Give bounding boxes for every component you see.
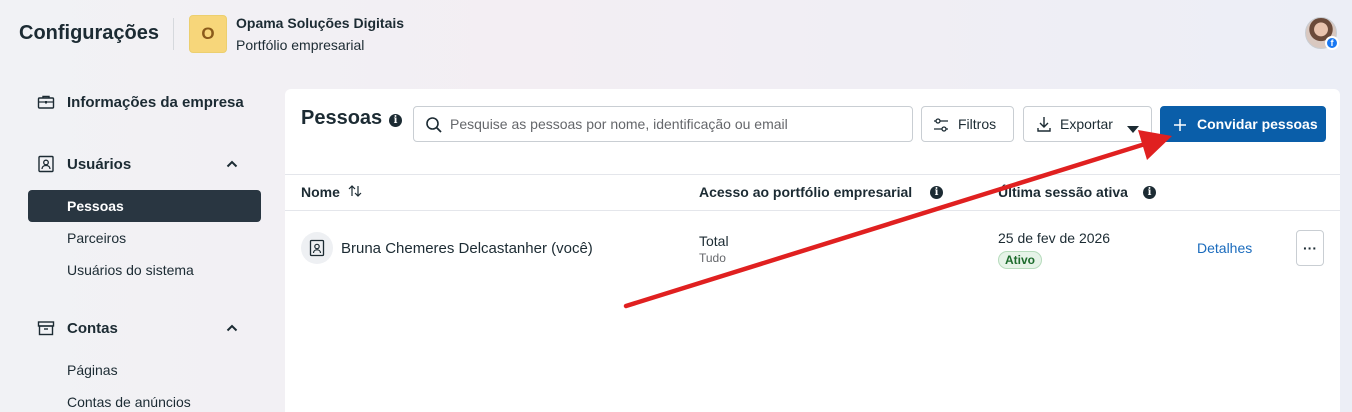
sidebar-item-label: Pessoas bbox=[67, 198, 124, 214]
sliders-icon bbox=[933, 117, 949, 136]
search-input[interactable] bbox=[450, 108, 905, 140]
business-logo[interactable]: O bbox=[189, 15, 227, 53]
filters-button[interactable]: Filtros bbox=[921, 106, 1014, 142]
top-bar: Configurações O Opama Soluções Digitais … bbox=[0, 0, 1352, 72]
people-panel: Pessoas i Filtros Exportar Convidar pess… bbox=[285, 89, 1340, 412]
sidebar-item-accounts[interactable]: Contas bbox=[28, 312, 261, 344]
user-badge-icon bbox=[37, 155, 55, 173]
sidebar-item-label: Páginas bbox=[67, 362, 118, 378]
chevron-up-icon[interactable] bbox=[224, 320, 240, 336]
sidebar-item-label: Informações da empresa bbox=[67, 94, 244, 111]
info-icon[interactable]: i bbox=[930, 186, 943, 199]
search-box[interactable] bbox=[413, 106, 913, 142]
search-icon bbox=[425, 116, 443, 134]
info-icon[interactable]: i bbox=[1143, 186, 1156, 199]
access-detail: Tudo bbox=[699, 251, 726, 265]
facebook-badge-icon: f bbox=[1325, 36, 1339, 50]
column-header-access: Acesso ao portfólio empresarial bbox=[699, 184, 913, 200]
divider bbox=[285, 210, 1340, 211]
sidebar-item-pages[interactable]: Páginas bbox=[28, 354, 261, 386]
more-options-button[interactable]: ··· bbox=[1296, 230, 1324, 266]
plus-icon bbox=[1174, 118, 1186, 134]
column-header-name[interactable]: Nome bbox=[301, 184, 362, 200]
sidebar-item-label: Contas de anúncios bbox=[67, 394, 191, 410]
download-icon bbox=[1036, 116, 1052, 136]
last-session-date: 25 de fev de 2026 bbox=[998, 230, 1111, 246]
sidebar-item-partners[interactable]: Parceiros bbox=[28, 222, 261, 254]
invite-people-button[interactable]: Convidar pessoas bbox=[1160, 106, 1326, 142]
business-subtitle: Portfólio empresarial bbox=[236, 37, 365, 53]
briefcase-icon bbox=[37, 93, 55, 111]
status-badge: Ativo bbox=[998, 251, 1042, 269]
sidebar-item-label: Parceiros bbox=[67, 230, 127, 246]
sidebar-item-label: Contas bbox=[67, 320, 118, 337]
chevron-up-icon[interactable] bbox=[224, 156, 240, 172]
archive-icon bbox=[37, 319, 55, 337]
panel-title: Pessoas bbox=[301, 107, 383, 129]
sort-icon[interactable] bbox=[348, 184, 362, 200]
details-link[interactable]: Detalhes bbox=[1197, 240, 1252, 256]
invite-label: Convidar pessoas bbox=[1197, 116, 1318, 132]
row-avatar bbox=[301, 232, 333, 264]
sidebar-item-label: Usuários do sistema bbox=[67, 262, 194, 278]
sidebar-item-company-info[interactable]: Informações da empresa bbox=[28, 86, 261, 118]
user-badge-icon bbox=[309, 239, 325, 262]
business-name[interactable]: Opama Soluções Digitais bbox=[236, 15, 404, 31]
column-header-last-session: Última sessão ativa bbox=[998, 184, 1128, 200]
divider bbox=[285, 174, 1340, 175]
export-button[interactable]: Exportar bbox=[1023, 106, 1152, 142]
sidebar-item-users[interactable]: Usuários bbox=[28, 148, 261, 180]
access-level: Total bbox=[699, 233, 729, 249]
export-label: Exportar bbox=[1060, 116, 1113, 132]
header-divider bbox=[173, 18, 174, 50]
page-title: Configurações bbox=[19, 22, 160, 44]
info-icon[interactable]: i bbox=[389, 114, 402, 127]
sidebar-item-label: Usuários bbox=[67, 156, 132, 173]
sidebar-item-people[interactable]: Pessoas bbox=[28, 190, 261, 222]
filters-label: Filtros bbox=[958, 116, 997, 132]
caret-down-icon bbox=[1127, 121, 1139, 137]
user-name: Bruna Chemeres Delcastanher (você) bbox=[341, 240, 593, 257]
sidebar-item-system-users[interactable]: Usuários do sistema bbox=[28, 254, 261, 286]
sidebar-item-ad-accounts[interactable]: Contas de anúncios bbox=[28, 386, 261, 412]
